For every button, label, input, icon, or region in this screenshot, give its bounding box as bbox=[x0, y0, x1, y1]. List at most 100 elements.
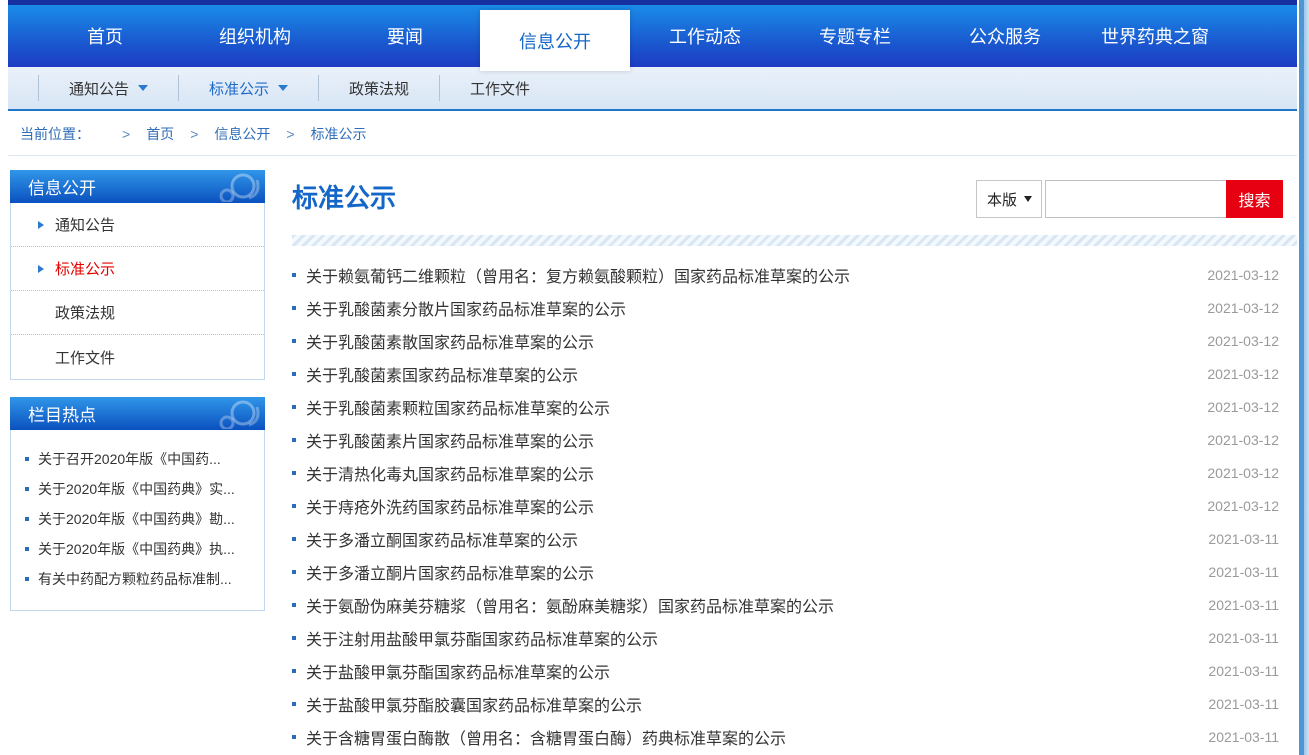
nav-tab[interactable]: 首页 bbox=[30, 5, 180, 67]
nav-tab[interactable]: 信息公开 bbox=[480, 10, 630, 71]
nav-tab[interactable]: 世界药典之窗 bbox=[1080, 5, 1230, 67]
hot-list-item[interactable]: 关于2020年版《中国药典》执... bbox=[25, 534, 254, 564]
breadcrumb: 当前位置： > 首页 > 信息公开 > 标准公示 bbox=[8, 113, 1297, 156]
sidebar-header: 信息公开 bbox=[10, 170, 265, 203]
nav-tab-label: 世界药典之窗 bbox=[1101, 23, 1209, 49]
nav-tab-label: 要闻 bbox=[387, 23, 423, 49]
list-item-title[interactable]: 关于乳酸菌素散国家药品标准草案的公示 bbox=[306, 329, 1207, 353]
list-item-title[interactable]: 关于多潘立酮国家药品标准草案的公示 bbox=[306, 527, 1208, 551]
bullet-icon bbox=[25, 517, 29, 521]
list-item-date: 2021-03-11 bbox=[1208, 729, 1279, 745]
nav-tab-label: 信息公开 bbox=[519, 28, 591, 54]
list-item[interactable]: 关于乳酸菌素片国家药品标准草案的公示 2021-03-12 bbox=[292, 423, 1297, 456]
list-item-title[interactable]: 关于乳酸菌素颗粒国家药品标准草案的公示 bbox=[306, 395, 1207, 419]
nav-tab-label: 工作动态 bbox=[669, 23, 741, 49]
search-category-select[interactable]: 本版 bbox=[976, 180, 1042, 218]
page-scrollbar[interactable] bbox=[1297, 0, 1309, 755]
main-nav: 首页 组织机构 要闻 信息公开 工作动态 专题专栏 公众服务 世界药典之窗 bbox=[8, 5, 1297, 67]
hot-list-item-label: 关于召开2020年版《中国药... bbox=[38, 444, 221, 474]
arrow-right-icon bbox=[38, 265, 44, 273]
search-bar: 本版 搜索 bbox=[976, 180, 1283, 218]
list-item-title[interactable]: 关于乳酸菌素国家药品标准草案的公示 bbox=[306, 362, 1207, 386]
list-item-date: 2021-03-11 bbox=[1208, 663, 1279, 679]
nav-tab[interactable]: 工作动态 bbox=[630, 5, 780, 67]
chevron-down-icon bbox=[1024, 196, 1032, 202]
breadcrumb-item: > 首页 bbox=[106, 124, 174, 144]
breadcrumb-link[interactable]: 标准公示 bbox=[311, 124, 367, 144]
nav-tab[interactable]: 公众服务 bbox=[930, 5, 1080, 67]
subnav-item[interactable]: 政策法规 bbox=[318, 75, 439, 101]
nav-tab-label: 组织机构 bbox=[219, 23, 291, 49]
list-item[interactable]: 关于乳酸菌素分散片国家药品标准草案的公示 2021-03-12 bbox=[292, 291, 1297, 324]
hot-list-item-label: 关于2020年版《中国药典》执... bbox=[38, 534, 235, 564]
list-item[interactable]: 关于氨酚伪麻美芬糖浆（曾用名：氨酚麻美糖浆）国家药品标准草案的公示 2021-0… bbox=[292, 588, 1297, 621]
breadcrumb-link[interactable]: 信息公开 bbox=[214, 124, 270, 144]
list-item-title[interactable]: 关于乳酸菌素分散片国家药品标准草案的公示 bbox=[306, 296, 1207, 320]
list-item[interactable]: 关于痔疮外洗药国家药品标准草案的公示 2021-03-12 bbox=[292, 489, 1297, 522]
list-item[interactable]: 关于含糖胃蛋白酶散（曾用名：含糖胃蛋白酶）药典标准草案的公示 2021-03-1… bbox=[292, 720, 1297, 753]
search-button[interactable]: 搜索 bbox=[1226, 180, 1283, 218]
list-item[interactable]: 关于乳酸菌素国家药品标准草案的公示 2021-03-12 bbox=[292, 357, 1297, 390]
hot-list-item[interactable]: 关于召开2020年版《中国药... bbox=[25, 444, 254, 474]
list-item-title[interactable]: 关于注射用盐酸甲氯芬酯国家药品标准草案的公示 bbox=[306, 626, 1208, 650]
subnav-item[interactable]: 工作文件 bbox=[439, 75, 560, 101]
list-item[interactable]: 关于多潘立酮片国家药品标准草案的公示 2021-03-11 bbox=[292, 555, 1297, 588]
list-item[interactable]: 关于清热化毒丸国家药品标准草案的公示 2021-03-12 bbox=[292, 456, 1297, 489]
list-item[interactable]: 关于注射用盐酸甲氯芬酯国家药品标准草案的公示 2021-03-11 bbox=[292, 621, 1297, 654]
bullet-icon bbox=[292, 669, 296, 673]
nav-tab[interactable]: 要闻 bbox=[330, 5, 480, 67]
bullet-icon bbox=[292, 702, 296, 706]
subnav-item-label: 通知公告 bbox=[69, 78, 129, 99]
sidebar-menu-item[interactable]: 通知公告 bbox=[11, 203, 264, 247]
sidebar-menu-item-label: 通知公告 bbox=[55, 214, 115, 235]
sidebar-menu-item[interactable]: 政策法规 bbox=[11, 291, 264, 335]
nav-tab[interactable]: 组织机构 bbox=[180, 5, 330, 67]
list-item[interactable]: 关于多潘立酮国家药品标准草案的公示 2021-03-11 bbox=[292, 522, 1297, 555]
list-item-title[interactable]: 关于盐酸甲氯芬酯胶囊国家药品标准草案的公示 bbox=[306, 692, 1208, 716]
list-item-title[interactable]: 关于多潘立酮片国家药品标准草案的公示 bbox=[306, 560, 1208, 584]
bullet-icon bbox=[292, 735, 296, 739]
search-input[interactable] bbox=[1045, 180, 1226, 218]
list-item-title[interactable]: 关于痔疮外洗药国家药品标准草案的公示 bbox=[306, 494, 1207, 518]
list-item-title[interactable]: 关于赖氨葡钙二维颗粒（曾用名：复方赖氨酸颗粒）国家药品标准草案的公示 bbox=[306, 263, 1207, 287]
hot-title: 栏目热点 bbox=[28, 401, 96, 426]
list-item[interactable]: 关于赖氨葡钙二维颗粒（曾用名：复方赖氨酸颗粒）国家药品标准草案的公示 2021-… bbox=[292, 258, 1297, 291]
subnav-item-label: 政策法规 bbox=[349, 78, 409, 99]
subnav-item[interactable]: 通知公告 bbox=[38, 75, 178, 101]
list-item[interactable]: 关于盐酸甲氯芬酯国家药品标准草案的公示 2021-03-11 bbox=[292, 654, 1297, 687]
breadcrumb-link[interactable]: 首页 bbox=[146, 124, 174, 144]
list-item-title[interactable]: 关于氨酚伪麻美芬糖浆（曾用名：氨酚麻美糖浆）国家药品标准草案的公示 bbox=[306, 593, 1208, 617]
hot-list-item[interactable]: 关于2020年版《中国药典》勘... bbox=[25, 504, 254, 534]
subnav-item-label: 标准公示 bbox=[209, 78, 269, 99]
list-item[interactable]: 关于乳酸菌素颗粒国家药品标准草案的公示 2021-03-12 bbox=[292, 390, 1297, 423]
hot-list-item[interactable]: 有关中药配方颗粒药品标准制... bbox=[25, 564, 254, 594]
list-item-date: 2021-03-12 bbox=[1207, 366, 1279, 382]
arrow-right-icon bbox=[38, 221, 44, 229]
hot-header: 栏目热点 bbox=[10, 397, 265, 430]
bullet-icon bbox=[292, 273, 296, 277]
main-header: 标准公示 本版 搜索 bbox=[280, 170, 1297, 218]
bullet-icon bbox=[292, 537, 296, 541]
breadcrumb-separator: > bbox=[190, 126, 198, 142]
list-item-date: 2021-03-12 bbox=[1207, 333, 1279, 349]
breadcrumb-separator: > bbox=[286, 126, 294, 142]
list-item[interactable]: 关于盐酸甲氯芬酯胶囊国家药品标准草案的公示 2021-03-11 bbox=[292, 687, 1297, 720]
sidebar-menu-item-label: 工作文件 bbox=[55, 347, 115, 368]
bullet-icon bbox=[292, 339, 296, 343]
list-item-date: 2021-03-11 bbox=[1208, 696, 1279, 712]
subnav-item[interactable]: 标准公示 bbox=[178, 75, 318, 101]
list-item-title[interactable]: 关于乳酸菌素片国家药品标准草案的公示 bbox=[306, 428, 1207, 452]
list-item-date: 2021-03-12 bbox=[1207, 267, 1279, 283]
list-item-title[interactable]: 关于含糖胃蛋白酶散（曾用名：含糖胃蛋白酶）药典标准草案的公示 bbox=[306, 725, 1208, 749]
list-item-date: 2021-03-12 bbox=[1207, 498, 1279, 514]
sidebar-menu-item[interactable]: 工作文件 bbox=[11, 335, 264, 379]
list-item-title[interactable]: 关于清热化毒丸国家药品标准草案的公示 bbox=[306, 461, 1207, 485]
list-item-title[interactable]: 关于盐酸甲氯芬酯国家药品标准草案的公示 bbox=[306, 659, 1208, 683]
breadcrumb-item: > 信息公开 bbox=[174, 124, 270, 144]
page-title: 标准公示 bbox=[292, 178, 396, 215]
nav-tab[interactable]: 专题专栏 bbox=[780, 5, 930, 67]
hot-list-item[interactable]: 关于2020年版《中国药典》实... bbox=[25, 474, 254, 504]
list-item[interactable]: 关于乳酸菌素散国家药品标准草案的公示 2021-03-12 bbox=[292, 324, 1297, 357]
sidebar-menu-item[interactable]: 标准公示 bbox=[11, 247, 264, 291]
nav-tab-label: 专题专栏 bbox=[819, 23, 891, 49]
